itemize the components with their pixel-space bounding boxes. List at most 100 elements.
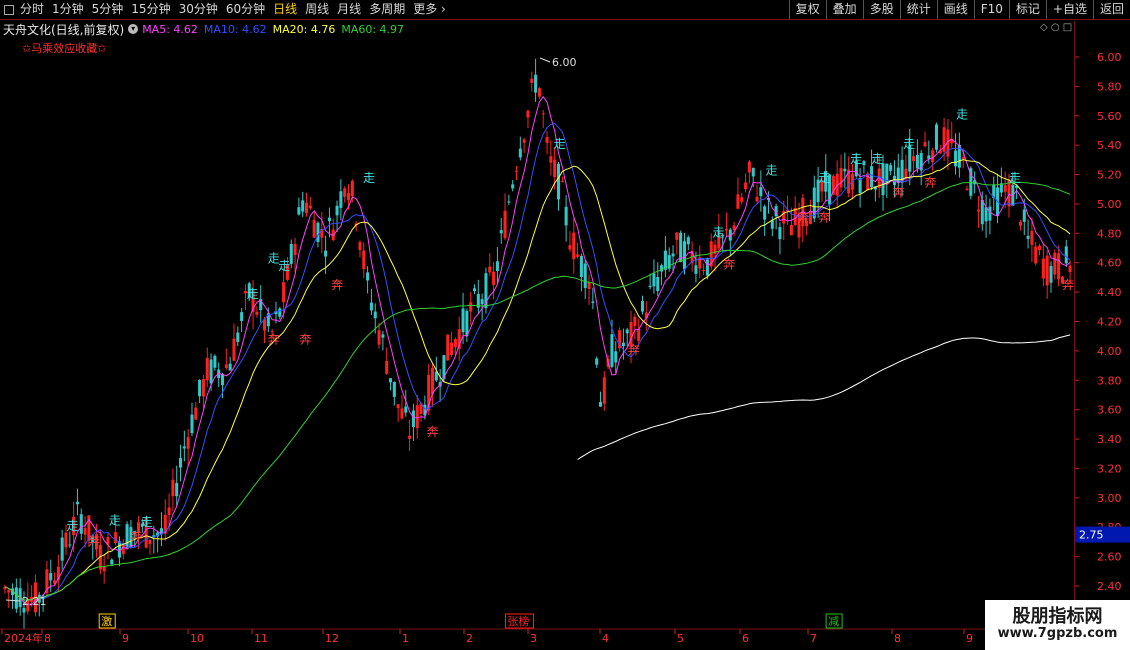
candle-body <box>492 271 496 285</box>
candle-body <box>68 544 72 546</box>
signal-marker: 奔 <box>628 343 640 357</box>
candle-body <box>480 299 484 305</box>
candle-body <box>75 501 79 505</box>
signal-marker: 奔 <box>88 534 100 548</box>
candle-body <box>396 404 400 409</box>
site-watermark: 股朋指标网 www.7gpzb.com <box>985 600 1130 650</box>
signal-marker: 走 <box>247 287 259 301</box>
candle-body <box>503 210 507 239</box>
candle-body <box>240 312 244 321</box>
candle-body <box>255 311 259 315</box>
signal-marker: 奔 <box>818 211 830 225</box>
candle-body <box>404 406 408 413</box>
candle-body <box>488 266 492 273</box>
candle-body <box>514 170 519 172</box>
candle-body <box>545 137 549 143</box>
candle-body <box>400 408 404 419</box>
signal-marker: 走 <box>818 171 830 185</box>
candle-body <box>579 255 583 277</box>
candle-body <box>526 110 530 118</box>
candle-body <box>312 219 316 238</box>
candle-body <box>499 230 503 234</box>
candle-body <box>201 379 205 397</box>
candle-body <box>171 479 175 497</box>
candle-body <box>1068 265 1072 273</box>
candle-body <box>931 150 935 163</box>
signal-marker: 走 <box>713 225 725 239</box>
candle-body <box>358 242 362 251</box>
candle-body <box>301 200 305 212</box>
candle-body <box>125 524 129 549</box>
candle-body <box>560 181 564 183</box>
signal-marker: 奔 <box>723 258 735 272</box>
candle-body <box>598 402 603 407</box>
candle-body <box>182 446 186 449</box>
candle-body <box>984 207 988 222</box>
candle-body <box>812 187 816 219</box>
candle-body <box>236 332 240 342</box>
long-ma-line <box>577 334 1071 460</box>
signal-marker: 奔 <box>427 425 439 439</box>
candle-body <box>194 407 198 420</box>
candle-body <box>934 124 938 150</box>
candle-body <box>553 159 557 178</box>
candle-body <box>179 457 183 468</box>
candle-body <box>537 88 541 97</box>
candle-body <box>362 250 366 270</box>
candlestick-chart[interactable]: 走走走奔 奔走走走奔 奔走奔奔走奔走奔走走奔 奔走 走走奔奔走走奔6.002.216.0… <box>0 0 1130 650</box>
x-tick-label: 4 <box>602 632 609 645</box>
candle-body <box>453 339 457 348</box>
candle-body <box>556 163 561 200</box>
candle-body <box>915 154 919 169</box>
candle-body <box>1003 185 1007 192</box>
candle-body <box>346 192 351 201</box>
candle-body <box>1038 245 1042 251</box>
candle-body <box>304 202 309 214</box>
x-tick-label: 1 <box>402 632 409 645</box>
candle-body <box>927 155 931 159</box>
x-tick-label: 3 <box>530 632 537 645</box>
candle-body <box>568 245 572 250</box>
signal-marker: 走 <box>765 164 777 178</box>
x-tick-label: 5 <box>677 632 684 645</box>
event-tag: 激 <box>101 614 112 628</box>
candle-body <box>534 74 538 93</box>
candle-body <box>751 167 755 177</box>
candle-body <box>511 184 515 189</box>
candle-body <box>954 150 958 167</box>
candle-body <box>587 282 591 290</box>
signal-marker: 奔 <box>300 333 312 347</box>
candle-body <box>278 308 282 317</box>
candle-body <box>167 507 171 515</box>
candle-body <box>770 220 774 229</box>
candle-body <box>220 373 225 386</box>
candle-body <box>686 237 690 245</box>
candle-body <box>912 156 916 162</box>
signal-marker: 奔 <box>331 278 343 292</box>
candle-body <box>614 351 618 363</box>
candle-body <box>759 187 763 197</box>
candle-body <box>450 342 454 356</box>
signal-marker: 走 <box>871 152 883 166</box>
candle-body <box>316 222 320 242</box>
candle-body <box>637 329 641 341</box>
signal-marker: 走 <box>141 515 153 529</box>
candle-body <box>366 272 370 281</box>
event-tag: 减 <box>828 615 839 628</box>
candle-body <box>495 261 499 272</box>
candle-body <box>808 211 813 225</box>
candle-body <box>110 559 114 565</box>
candle-body <box>625 329 629 334</box>
candle-body <box>324 250 328 257</box>
candle-body <box>652 273 656 287</box>
candle-body <box>602 377 606 404</box>
x-tick-label: 11 <box>254 632 268 645</box>
event-tag: 张榜 <box>507 614 529 628</box>
candle-body <box>1018 221 1022 226</box>
candle-body <box>541 113 545 115</box>
candle-body <box>198 379 202 397</box>
x-tick-label: 7 <box>810 632 817 645</box>
candle-body <box>1022 209 1026 222</box>
candle-body <box>293 243 297 255</box>
candle-body <box>736 194 740 209</box>
